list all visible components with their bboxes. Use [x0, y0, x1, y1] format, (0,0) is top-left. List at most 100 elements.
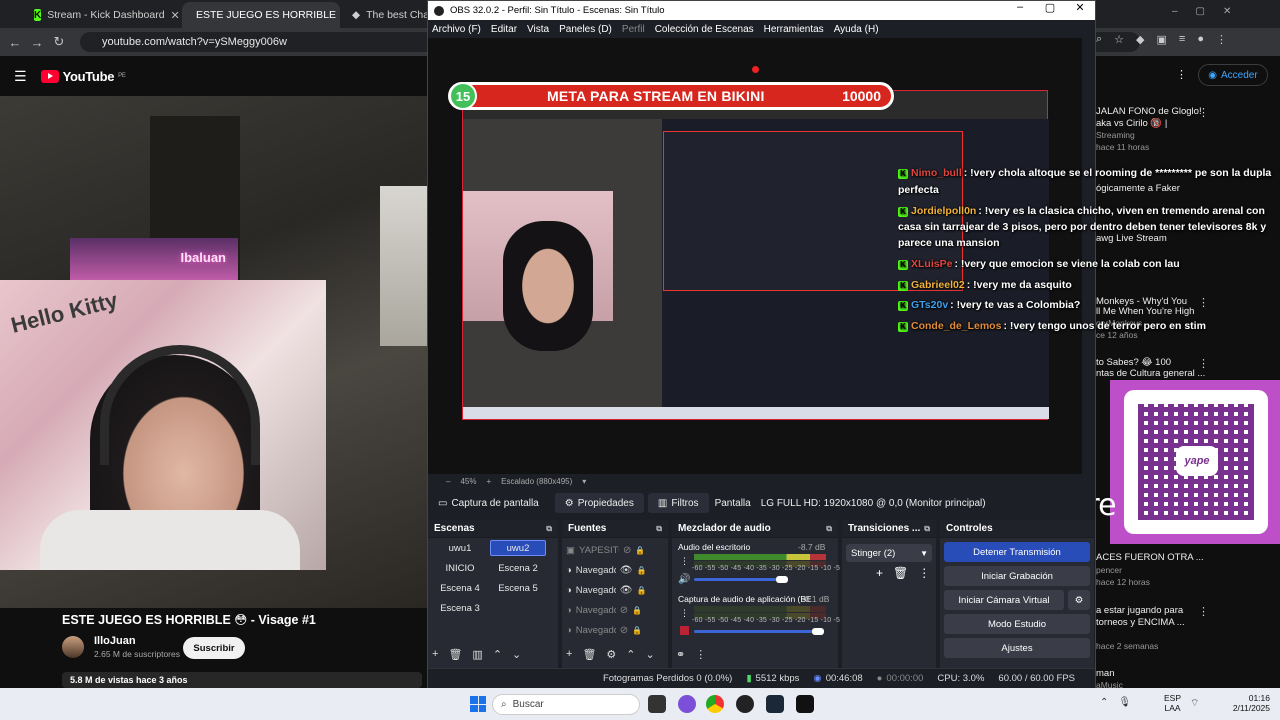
microphone-icon[interactable]: 🎙 — [1118, 697, 1131, 708]
more-options-icon[interactable]: ⋮ — [1176, 68, 1187, 81]
mixer-menu-icon[interactable]: ⋮ — [680, 556, 689, 567]
discord-icon[interactable] — [678, 695, 696, 713]
recommendation-text[interactable]: hace 12 horas — [1096, 577, 1206, 587]
recommendation-text[interactable]: aka vs Cirilo 🔞 | — [1096, 118, 1206, 129]
studio-mode-button[interactable]: Modo Estudio — [944, 614, 1090, 634]
windows-start-icon[interactable] — [470, 696, 486, 712]
lock-icon[interactable]: 🔒 — [635, 546, 645, 555]
trash-icon[interactable]: 🗑 — [448, 648, 462, 662]
properties-button[interactable]: ⚙ Propiedades — [554, 493, 644, 513]
tab-chatbot[interactable]: ◆ The best ChatBot — [344, 2, 428, 28]
start-recording-button[interactable]: Iniciar Grabación — [944, 566, 1090, 586]
source-item[interactable]: ▣YAPESITO ⊘ 🔒 — [566, 541, 666, 559]
source-item[interactable]: ◑Navegador ⊘ 🔒 — [566, 601, 666, 619]
menu-item[interactable]: Archivo (F) — [432, 24, 481, 35]
chevron-up-icon[interactable]: ⌃ — [1100, 697, 1108, 708]
menu-item[interactable]: Ayuda (H) — [834, 24, 879, 35]
recommendation-text[interactable]: aMusic — [1096, 680, 1206, 690]
keyboard-language[interactable]: ESP LAA — [1164, 693, 1181, 713]
menu-item[interactable]: Vista — [527, 24, 549, 35]
taskbar-search[interactable]: ⌕ Buscar — [492, 694, 640, 715]
recommendation-text[interactable]: a estar jugando para — [1096, 605, 1206, 616]
scene-item[interactable]: uwu1 — [432, 540, 488, 556]
menu-item[interactable]: Perfil — [622, 24, 645, 35]
volume-slider[interactable] — [694, 578, 782, 581]
trash-icon[interactable]: 🗑 — [582, 648, 596, 662]
menu-item[interactable]: Herramientas — [764, 24, 824, 35]
volume-slider[interactable] — [694, 630, 820, 633]
scene-item[interactable]: Escena 2 — [490, 560, 546, 576]
chevron-down-icon[interactable]: ▾ — [582, 477, 586, 486]
recommendation-text[interactable]: hace 11 horas — [1096, 142, 1206, 152]
recommendation-text[interactable]: ntas de Cultura general ... — [1096, 368, 1206, 379]
recommendation-text[interactable]: Streaming — [1096, 130, 1206, 140]
task-view-icon[interactable] — [648, 695, 666, 713]
scene-item[interactable]: uwu2 — [490, 540, 546, 556]
source-item[interactable]: ◑Navegador ⊘ 🔒 — [566, 621, 666, 639]
muted-speaker-icon[interactable] — [680, 626, 689, 635]
menu-item[interactable]: Editar — [491, 24, 517, 35]
puzzle-icon[interactable]: ▣ — [1157, 33, 1167, 46]
menu-icon[interactable]: ⋮ — [918, 566, 930, 580]
channel-avatar[interactable] — [62, 636, 84, 658]
mixer-menu-icon[interactable]: ⋮ — [680, 608, 689, 619]
forward-icon[interactable]: → — [26, 35, 48, 50]
settings-button[interactable]: Ajustes — [944, 638, 1090, 658]
channel-name[interactable]: IlloJuan — [94, 635, 136, 647]
start-virtual-camera-button[interactable]: Iniciar Cámara Virtual — [944, 590, 1064, 610]
undock-icon[interactable]: ⧉ — [546, 524, 552, 534]
move-down-icon[interactable]: ⌄ — [512, 648, 521, 662]
back-icon[interactable]: ← — [4, 35, 26, 50]
eye-icon[interactable]: 👁 — [620, 565, 633, 576]
rotation-handle[interactable] — [752, 66, 759, 73]
lock-icon[interactable]: 🔒 — [632, 606, 642, 615]
obs-icon[interactable] — [736, 695, 754, 713]
speaker-icon[interactable]: 🔊 — [678, 574, 690, 585]
display-select[interactable]: LG FULL HD: 1920x1080 @ 0,0 (Monitor pri… — [761, 498, 986, 509]
zoom-in-icon[interactable]: + — [486, 477, 491, 486]
minimize-icon[interactable]: – — [1005, 1, 1035, 14]
trash-icon[interactable]: 🗑 — [893, 566, 908, 580]
extension-icon[interactable]: ◆ — [1136, 33, 1144, 46]
transition-select[interactable]: Stinger (2) ▼ — [846, 544, 932, 562]
gear-icon[interactable]: ⚙ — [606, 648, 616, 662]
epic-games-icon[interactable] — [796, 695, 814, 713]
menu-item[interactable]: Paneles (D) — [559, 24, 612, 35]
menu-icon[interactable]: ⋮ — [695, 648, 706, 662]
filters-button[interactable]: ▥ Filtros — [647, 493, 709, 513]
more-icon[interactable]: ⋮ — [1216, 33, 1227, 46]
video-description[interactable]: 5.8 M de vistas hace 3 años — [62, 672, 422, 688]
network-icon[interactable]: ⌔ — [1190, 697, 1199, 710]
source-item[interactable]: ◑Navegador 👁🔒 — [566, 561, 666, 579]
recommendation-text[interactable]: ll Me When You're High — [1096, 306, 1206, 317]
lock-icon[interactable]: 🔒 — [632, 626, 642, 635]
hidden-eye-icon[interactable]: ⊘ — [620, 605, 628, 616]
hidden-eye-icon[interactable]: ⊘ — [620, 625, 628, 636]
close-icon[interactable]: ✕ — [1065, 1, 1095, 14]
profile-icon[interactable]: ● — [1197, 33, 1204, 46]
add-icon[interactable]: + — [876, 566, 883, 580]
clock[interactable]: 01:16 2/11/2025 — [1228, 693, 1270, 713]
lock-icon[interactable]: 🔒 — [636, 586, 646, 595]
reload-icon[interactable]: ↻ — [48, 34, 70, 50]
youtube-logo[interactable]: YouTube PE — [40, 69, 126, 84]
lock-icon[interactable]: 🔒 — [636, 566, 646, 575]
stop-streaming-button[interactable]: Detener Transmisión — [944, 542, 1090, 562]
filter-icon[interactable]: ▥ — [472, 648, 482, 662]
zoom-icon[interactable]: ⌕ — [1096, 33, 1102, 46]
move-up-icon[interactable]: ⌃ — [493, 648, 502, 662]
steam-icon[interactable] — [766, 695, 784, 713]
undock-icon[interactable]: ⧉ — [826, 524, 832, 534]
subscribe-button[interactable]: Suscribir — [183, 637, 245, 659]
link-icon[interactable]: ⚭ — [676, 648, 685, 662]
scene-item[interactable]: INICIO — [432, 560, 488, 576]
add-icon[interactable]: + — [566, 648, 572, 662]
add-icon[interactable]: + — [432, 648, 438, 662]
maximize-icon[interactable]: ▢ — [1035, 1, 1065, 14]
volume-knob[interactable] — [812, 628, 824, 635]
close-icon[interactable]: ✕ — [171, 9, 180, 22]
recommendation-text[interactable]: JALAN FONO de Gloglo! — [1096, 106, 1206, 117]
recommendation-text[interactable]: torneos y ENCIMA ... — [1096, 617, 1206, 628]
zoom-out-icon[interactable]: – — [446, 477, 450, 486]
recommendation-text[interactable]: ógicamente a Faker — [1096, 183, 1206, 194]
